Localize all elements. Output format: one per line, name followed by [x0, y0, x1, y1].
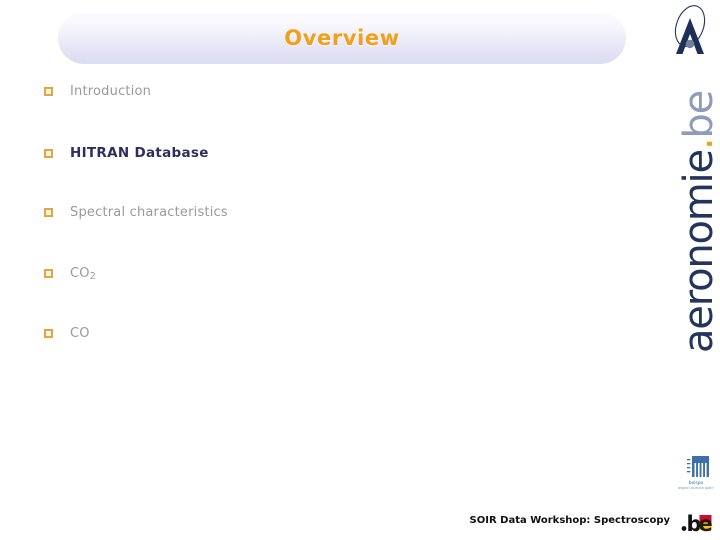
list-item-label-subscript: 2: [89, 270, 96, 282]
hollow-square-bullet-icon: [44, 327, 70, 341]
brand-wordmark: aeronomie.be: [671, 91, 720, 353]
hollow-square-bullet-icon: [44, 147, 70, 161]
list-item[interactable]: CO2: [44, 266, 604, 327]
list-item[interactable]: Introduction: [44, 84, 604, 145]
dot-be-logo-icon: b e: [681, 512, 713, 534]
hollow-square-bullet-icon: [44, 206, 70, 220]
list-item-label: CO2: [70, 266, 96, 282]
svg-text:e: e: [699, 512, 713, 534]
list-item-label: HITRAN Database: [70, 144, 209, 161]
hollow-square-bullet-icon: [44, 267, 70, 281]
list-item-label: CO: [70, 326, 90, 341]
footer-caption: SOIR Data Workshop: Spectroscopy: [469, 515, 670, 526]
belspo-belgian-science-policy-logo-icon: belspo belgian science policy: [678, 456, 714, 490]
list-item-label: Introduction: [70, 84, 152, 99]
list-item[interactable]: CO: [44, 326, 604, 387]
aeronomie-a-orbit-logo-icon: [674, 5, 706, 54]
list-item-label: Spectral characteristics: [70, 205, 228, 220]
slide-canvas: Overview Introduction HITRAN Database Sp…: [0, 0, 720, 540]
page-title: Overview: [284, 26, 400, 50]
brand-name-dot: .: [676, 138, 720, 151]
overview-bullet-list: Introduction HITRAN Database Spectral ch…: [44, 84, 604, 387]
hollow-square-bullet-icon: [44, 85, 70, 99]
brand-name-main: aeronomie: [676, 150, 720, 353]
list-item[interactable]: HITRAN Database: [44, 145, 604, 206]
svg-text:belgian science policy: belgian science policy: [678, 486, 714, 490]
brand-name-tld: be: [676, 91, 720, 139]
slide-title-bar: Overview: [58, 12, 626, 64]
list-item-label-text: CO: [70, 265, 90, 281]
list-item[interactable]: Spectral characteristics: [44, 205, 604, 266]
